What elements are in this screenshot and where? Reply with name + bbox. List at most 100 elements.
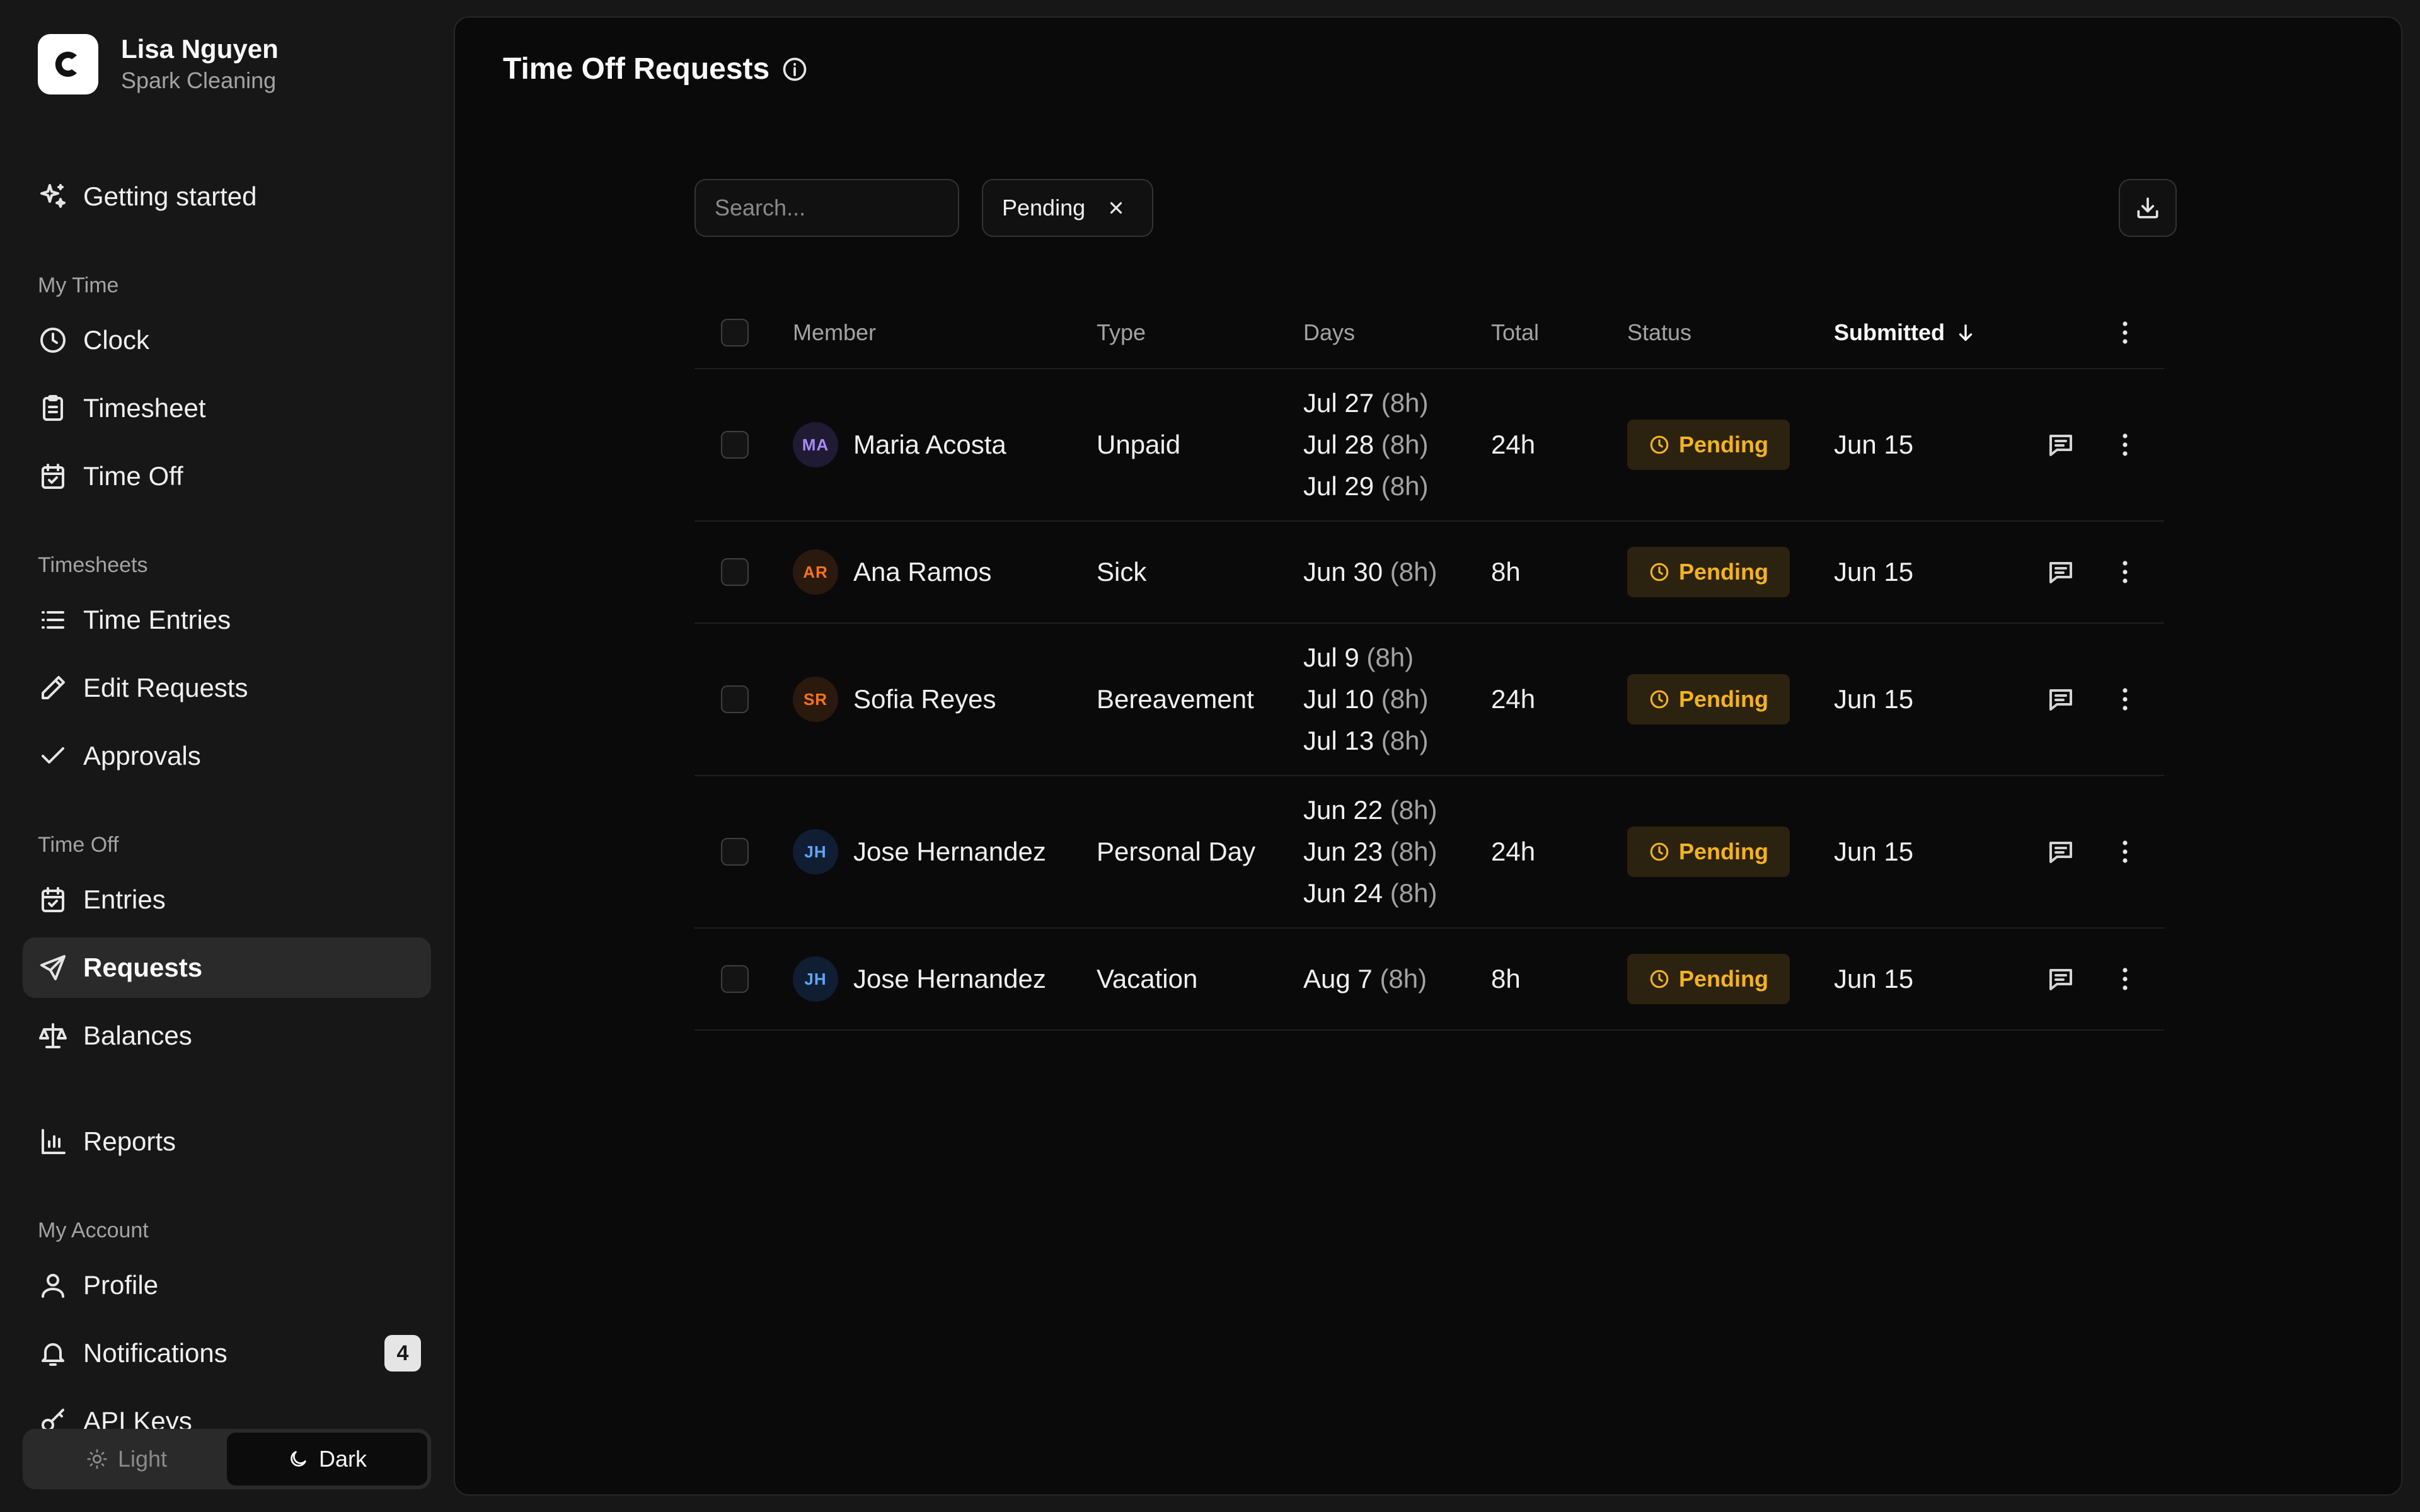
theme-light-button[interactable]: Light: [26, 1433, 227, 1486]
row-checkbox[interactable]: [721, 685, 749, 713]
day-hours: (8h): [1381, 388, 1429, 418]
sidebar-item-profile[interactable]: Profile: [23, 1255, 431, 1315]
status-badge: Pending: [1627, 420, 1790, 470]
section-label-time-off: Time Off: [38, 833, 119, 857]
download-button[interactable]: [2119, 179, 2177, 237]
total-cell: 24h: [1491, 430, 1536, 459]
app-root: Lisa Nguyen Spark Cleaning Getting start…: [0, 0, 2420, 1512]
sidebar-item-time-off[interactable]: Time Off: [23, 446, 431, 507]
sidebar-item-entries[interactable]: Entries: [23, 869, 431, 930]
row-actions-button[interactable]: [2106, 960, 2144, 998]
close-icon[interactable]: [1107, 198, 1126, 217]
type-cell: Bereavement: [1097, 684, 1254, 714]
row-select-cell: [721, 776, 749, 927]
sidebar-item-timesheet[interactable]: Timesheet: [23, 378, 431, 438]
sidebar-item-notifications[interactable]: Notifications 4: [23, 1323, 431, 1383]
comment-cell: [2042, 522, 2080, 622]
row-checkbox[interactable]: [721, 558, 749, 586]
day-hours: (8h): [1390, 878, 1438, 908]
calendar-check-icon: [38, 461, 68, 491]
row-actions-button[interactable]: [2106, 426, 2144, 464]
comment-button[interactable]: [2042, 680, 2080, 718]
theme-dark-button[interactable]: Dark: [227, 1433, 427, 1486]
column-header-total[interactable]: Total: [1491, 297, 1539, 368]
row-actions-button[interactable]: [2106, 553, 2144, 591]
sidebar-item-balances[interactable]: Balances: [23, 1005, 431, 1066]
theme-toggle: Light Dark: [23, 1429, 431, 1489]
type-cell: Vacation: [1097, 964, 1198, 994]
member-cell: JH Jose Hernandez: [793, 929, 1046, 1029]
select-all-checkbox[interactable]: [721, 319, 749, 346]
sidebar-item-label: Entries: [83, 885, 166, 914]
comment-button[interactable]: [2042, 833, 2080, 871]
row-checkbox[interactable]: [721, 965, 749, 993]
sidebar-item-label: Profile: [83, 1270, 159, 1300]
row-actions-button[interactable]: [2106, 680, 2144, 718]
requests-table: Member Type Days Total Status Submitted …: [694, 297, 2164, 1031]
status-cell: Pending: [1627, 522, 1790, 622]
comment-button[interactable]: [2042, 426, 2080, 464]
status-filter-chip[interactable]: Pending: [982, 179, 1153, 237]
more-vertical-icon: [2123, 968, 2128, 990]
moon-icon: [291, 1451, 306, 1467]
day-date: Jul 10: [1303, 684, 1374, 714]
section-label-timesheets: Timesheets: [38, 553, 148, 577]
day-hours: (8h): [1366, 643, 1414, 672]
sidebar-item-label: Approvals: [83, 741, 201, 770]
day-hours: (8h): [1390, 837, 1438, 866]
avatar: MA: [793, 422, 838, 467]
notifications-count-badge: 4: [384, 1335, 421, 1372]
day-date: Jun 30: [1303, 557, 1383, 587]
workspace-switcher[interactable]: Lisa Nguyen Spark Cleaning: [38, 33, 279, 96]
message-square-icon: [2049, 689, 2072, 711]
theme-dark-label: Dark: [318, 1446, 367, 1472]
total-cell: 24h: [1491, 837, 1536, 866]
user-icon: [38, 1270, 68, 1300]
sidebar-item-getting-started[interactable]: Getting started: [23, 166, 431, 227]
status-badge: Pending: [1627, 547, 1790, 597]
row-checkbox[interactable]: [721, 431, 749, 459]
day-entry: Jul 9 (8h): [1303, 637, 1428, 679]
comment-cell: [2042, 624, 2080, 775]
sidebar-item-edit-requests[interactable]: Edit Requests: [23, 658, 431, 718]
table-row[interactable]: AR Ana Ramos Sick Jun 30 (8h) 8h Pending Jun 1…: [694, 522, 2164, 624]
column-options-button[interactable]: [2106, 314, 2144, 352]
day-hours: (8h): [1390, 557, 1438, 587]
day-date: Jun 22: [1303, 795, 1383, 825]
status-badge: Pending: [1627, 954, 1790, 1004]
column-header-submitted[interactable]: Submitted: [1834, 297, 1976, 368]
avatar: JH: [793, 956, 838, 1002]
scale-icon: [38, 1021, 68, 1051]
sidebar-item-requests[interactable]: Requests: [23, 937, 431, 998]
status-label: Pending: [1679, 432, 1768, 457]
row-select-cell: [721, 624, 749, 775]
table-row[interactable]: MA Maria Acosta Unpaid Jul 27 (8h) Jul 28 (8…: [694, 369, 2164, 522]
row-checkbox[interactable]: [721, 838, 749, 866]
column-header-days[interactable]: Days: [1303, 297, 1355, 368]
sidebar-item-reports[interactable]: Reports: [23, 1111, 431, 1172]
column-header-member[interactable]: Member: [793, 297, 876, 368]
sidebar-item-label: Getting started: [83, 181, 257, 211]
sidebar-item-time-entries[interactable]: Time Entries: [23, 590, 431, 650]
table-row[interactable]: JH Jose Hernandez Personal Day Jun 22 (8h) J…: [694, 776, 2164, 929]
sidebar-item-approvals[interactable]: Approvals: [23, 726, 431, 786]
comment-button[interactable]: [2042, 553, 2080, 591]
info-icon[interactable]: [781, 55, 809, 83]
table-row[interactable]: JH Jose Hernandez Vacation Aug 7 (8h) 8h Pend…: [694, 929, 2164, 1031]
sidebar-item-clock[interactable]: Clock: [23, 310, 431, 370]
search-input[interactable]: [694, 179, 959, 237]
avatar: AR: [793, 549, 838, 595]
day-hours: (8h): [1381, 726, 1429, 755]
send-icon: [38, 953, 68, 983]
day-entry: Jul 29 (8h): [1303, 466, 1428, 507]
comment-button[interactable]: [2042, 960, 2080, 998]
column-header-type[interactable]: Type: [1097, 297, 1146, 368]
day-date: Jul 13: [1303, 726, 1374, 755]
row-actions-button[interactable]: [2106, 833, 2144, 871]
member-name: Maria Acosta: [853, 430, 1006, 459]
column-header-status[interactable]: Status: [1627, 297, 1691, 368]
days-cell: Jun 22 (8h) Jun 23 (8h) Jun 24 (8h): [1303, 776, 1437, 927]
table-row[interactable]: SR Sofia Reyes Bereavement Jul 9 (8h) Jul 10…: [694, 624, 2164, 776]
sidebar-item-label: Time Off: [83, 461, 183, 491]
message-square-icon: [2049, 435, 2072, 456]
